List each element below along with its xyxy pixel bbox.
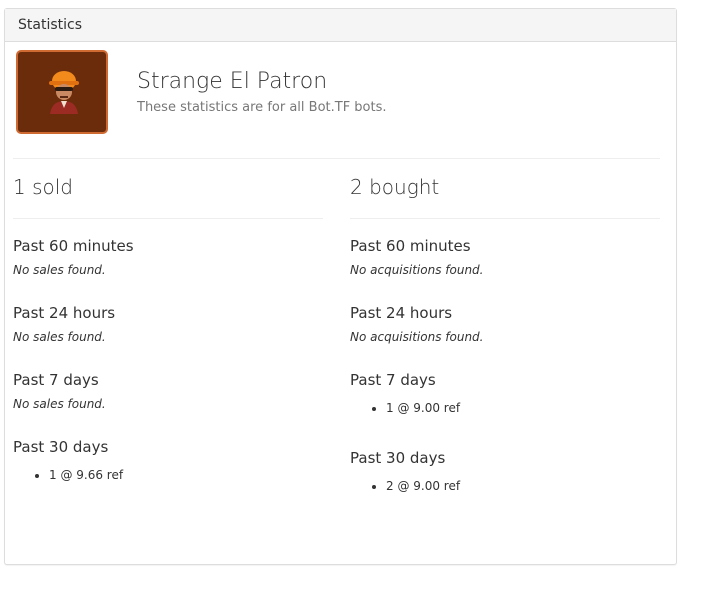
period-label: Past 30 days	[350, 449, 446, 467]
sold-column: 1 sold Past 60 minutes No sales found. P…	[13, 172, 323, 483]
period-label: Past 60 minutes	[13, 237, 134, 255]
entry-list: 2 @ 9.00 ref	[350, 478, 660, 494]
period-label: Past 24 hours	[13, 304, 116, 322]
list-item: 1 @ 9.00 ref	[386, 400, 660, 416]
item-summary: Strange El Patron These statistics are f…	[16, 50, 660, 134]
bought-period-30-days: Past 30 days 2 @ 9.00 ref	[350, 448, 660, 494]
empty-message: No sales found.	[13, 330, 106, 344]
empty-message: No sales found.	[13, 263, 106, 277]
item-tile[interactable]	[16, 50, 108, 134]
empty-message: No sales found.	[13, 397, 106, 411]
empty-message: No acquisitions found.	[350, 263, 484, 277]
period-label: Past 60 minutes	[350, 237, 471, 255]
sold-period-7-days: Past 7 days No sales found.	[13, 370, 323, 412]
list-item: 1 @ 9.66 ref	[49, 467, 323, 483]
sold-period-30-days: Past 30 days 1 @ 9.66 ref	[13, 437, 323, 483]
column-divider	[350, 218, 660, 219]
bought-period-7-days: Past 7 days 1 @ 9.00 ref	[350, 370, 660, 416]
bought-column: 2 bought Past 60 minutes No acquisitions…	[350, 172, 660, 494]
empty-message: No acquisitions found.	[350, 330, 484, 344]
sold-period-60-minutes: Past 60 minutes No sales found.	[13, 236, 323, 278]
entry-list: 1 @ 9.66 ref	[13, 467, 323, 483]
bought-title: 2 bought	[350, 175, 440, 199]
list-item: 2 @ 9.00 ref	[386, 478, 660, 494]
period-label: Past 7 days	[350, 371, 436, 389]
panel-heading: Statistics	[5, 9, 676, 42]
period-label: Past 7 days	[13, 371, 99, 389]
bought-period-60-minutes: Past 60 minutes No acquisitions found.	[350, 236, 660, 278]
sold-period-24-hours: Past 24 hours No sales found.	[13, 303, 323, 345]
entry-list: 1 @ 9.00 ref	[350, 400, 660, 416]
period-label: Past 24 hours	[350, 304, 453, 322]
section-divider	[13, 158, 660, 159]
hardhat-avatar-icon	[49, 71, 79, 114]
period-label: Past 30 days	[13, 438, 109, 456]
bought-period-24-hours: Past 24 hours No acquisitions found.	[350, 303, 660, 345]
item-subtitle: These statistics are for all Bot.TF bots…	[137, 100, 387, 115]
column-divider	[13, 218, 323, 219]
sold-title: 1 sold	[13, 175, 73, 199]
item-name: Strange El Patron	[137, 69, 328, 94]
